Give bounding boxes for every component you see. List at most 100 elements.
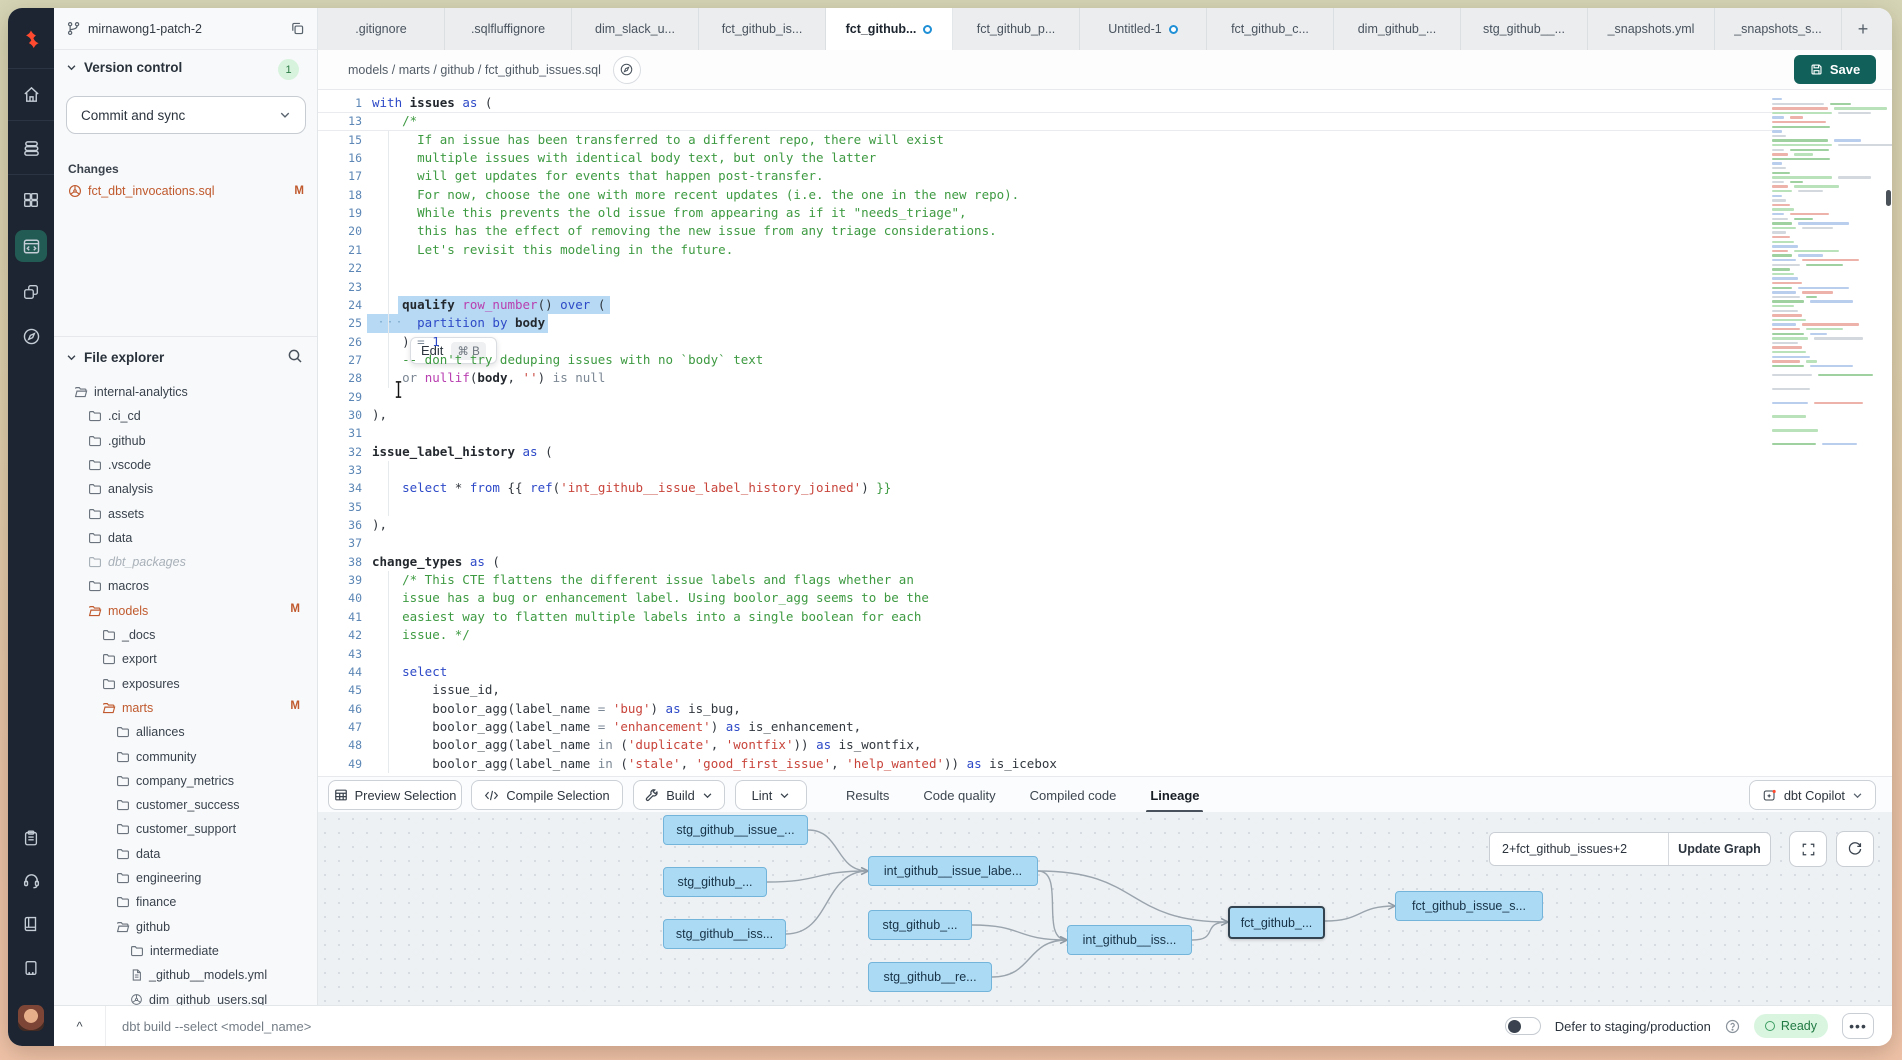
stack-icon[interactable] <box>15 132 47 164</box>
tree-item-marts[interactable]: marts <box>102 696 153 720</box>
tree-item-internal-analytics[interactable]: internal-analytics <box>74 380 188 404</box>
file-explorer-header[interactable]: File explorer <box>66 350 306 365</box>
build-button[interactable]: Build <box>633 780 725 810</box>
line-number: 19 <box>318 204 362 222</box>
open-lineage-button[interactable] <box>613 56 641 84</box>
tree-item-macros[interactable]: macros <box>88 574 149 598</box>
tree-item-github[interactable]: github <box>116 915 170 939</box>
tree-item-assets[interactable]: assets <box>88 502 144 526</box>
line-number: 24 <box>318 296 362 314</box>
file-tab-stg_github__...[interactable]: stg_github__... <box>1461 8 1588 50</box>
whitespace-dots: ··· <box>378 314 405 332</box>
help-icon[interactable] <box>1725 1019 1740 1034</box>
file-tab-dim_slack_u...[interactable]: dim_slack_u... <box>572 8 699 50</box>
line-number: 43 <box>318 645 362 663</box>
modified-flag: M <box>290 603 300 615</box>
docs-book-icon[interactable] <box>15 908 47 940</box>
tab-lineage[interactable]: Lineage <box>1150 777 1199 813</box>
version-control-header[interactable]: Version control <box>66 60 182 75</box>
tree-item-finance[interactable]: finance <box>116 890 176 914</box>
preview-button[interactable]: Preview Selection <box>328 780 462 810</box>
organization-icon[interactable] <box>15 952 47 984</box>
tab-code-quality[interactable]: Code quality <box>923 777 995 813</box>
lineage-node-n8[interactable]: fct_github_... <box>1228 906 1325 939</box>
file-tab-fct_github_is...[interactable]: fct_github_is... <box>699 8 826 50</box>
tree-item-.vscode[interactable]: .vscode <box>88 453 151 477</box>
lineage-selector-input[interactable] <box>1490 833 1668 865</box>
code-editor[interactable]: Edit ⌘ B 1with issues as (13 /*15 If an … <box>318 90 1892 776</box>
file-tab-fct_github_p...[interactable]: fct_github_p... <box>953 8 1080 50</box>
collapse-panel-button[interactable]: ^ <box>54 1006 106 1046</box>
lineage-edge <box>808 830 868 871</box>
branch-name[interactable]: mirnawong1-patch-2 <box>88 22 283 36</box>
tab-compiled-code[interactable]: Compiled code <box>1030 777 1117 813</box>
tree-item-customer_success[interactable]: customer_success <box>116 793 240 817</box>
line-number: 45 <box>318 681 362 699</box>
tree-item-_github__models.yml[interactable]: _github__models.yml <box>130 963 267 987</box>
support-headset-icon[interactable] <box>15 864 47 896</box>
lineage-node-n3[interactable]: stg_github__iss... <box>663 919 786 949</box>
file-tab-Untitled-1[interactable]: Untitled-1 <box>1080 8 1207 50</box>
update-graph-button[interactable]: Update Graph <box>1668 833 1770 865</box>
new-tab-button[interactable]: + <box>1842 8 1884 50</box>
file-tab-dim_github_...[interactable]: dim_github_... <box>1334 8 1461 50</box>
save-button[interactable]: Save <box>1794 55 1876 84</box>
status-ready-badge[interactable]: Ready <box>1754 1014 1828 1038</box>
tree-item-_docs[interactable]: _docs <box>102 623 155 647</box>
tree-item-community[interactable]: community <box>116 745 196 769</box>
tab-results[interactable]: Results <box>846 777 889 813</box>
tree-item-customer_support[interactable]: customer_support <box>116 817 236 841</box>
tree-item-engineering[interactable]: engineering <box>116 866 201 890</box>
dbt-copilot-button[interactable]: dbt Copilot <box>1749 780 1876 810</box>
lineage-node-n7[interactable]: int_github__iss... <box>1067 925 1192 955</box>
fullscreen-button[interactable] <box>1789 831 1827 867</box>
explore-compass-icon[interactable] <box>15 320 47 352</box>
lineage-node-n6[interactable]: stg_github__re... <box>868 962 992 992</box>
tree-item-.ci_cd[interactable]: .ci_cd <box>88 404 141 428</box>
code-editor-icon[interactable] <box>15 230 47 262</box>
home-icon[interactable] <box>15 78 47 110</box>
file-tab-fct_github_c...[interactable]: fct_github_c... <box>1207 8 1334 50</box>
dbt-command-input[interactable]: dbt build --select <model_name> <box>106 1019 1505 1034</box>
lineage-node-n5[interactable]: stg_github_... <box>868 910 972 940</box>
orchestration-icon[interactable] <box>15 276 47 308</box>
clipboard-icon[interactable] <box>15 822 47 854</box>
tree-item-dbt_packages[interactable]: dbt_packages <box>88 550 186 574</box>
defer-toggle[interactable] <box>1505 1017 1541 1035</box>
tree-item-exposures[interactable]: exposures <box>102 672 180 696</box>
file-tab-.gitignore[interactable]: .gitignore <box>318 8 445 50</box>
dashboard-grid-icon[interactable] <box>15 184 47 216</box>
lineage-edge <box>992 940 1067 977</box>
dbt-logo-icon[interactable] <box>15 24 47 56</box>
more-options-button[interactable]: ••• <box>1842 1013 1874 1039</box>
lineage-node-n1[interactable]: stg_github__issue_... <box>663 815 808 845</box>
lint-button[interactable]: Lint <box>735 780 807 810</box>
search-icon[interactable] <box>287 348 303 364</box>
user-avatar[interactable] <box>15 1002 47 1034</box>
tree-item-data[interactable]: data <box>88 526 132 550</box>
changed-file-item[interactable]: fct_dbt_invocations.sql M <box>68 184 304 198</box>
tree-item-intermediate[interactable]: intermediate <box>130 939 219 963</box>
lineage-node-n4[interactable]: int_github__issue_labe... <box>868 856 1038 886</box>
file-tab-_snapshots_s...[interactable]: _snapshots_s... <box>1715 8 1842 50</box>
lineage-node-n2[interactable]: stg_github_... <box>663 867 767 897</box>
tree-item-alliances[interactable]: alliances <box>116 720 185 744</box>
tree-item-analysis[interactable]: analysis <box>88 477 153 501</box>
code-line-25: 25 partition by body <box>318 314 1892 332</box>
tree-item-models[interactable]: models <box>88 599 148 623</box>
tree-item-export[interactable]: export <box>102 647 157 671</box>
refresh-button[interactable] <box>1836 831 1874 867</box>
file-tab-fct_github...[interactable]: fct_github... <box>826 8 953 50</box>
tree-item-.github[interactable]: .github <box>88 429 146 453</box>
tree-item-dim_github_users.sql[interactable]: dim_github_users.sql <box>130 988 267 1006</box>
tree-item-data[interactable]: data <box>116 842 160 866</box>
line-number: 40 <box>318 589 362 607</box>
commit-and-sync-button[interactable]: Commit and sync <box>66 96 306 134</box>
copy-icon[interactable] <box>290 21 305 36</box>
file-tab-_snapshots.yml[interactable]: _snapshots.yml <box>1588 8 1715 50</box>
tree-item-company_metrics[interactable]: company_metrics <box>116 769 234 793</box>
compile-button[interactable]: Compile Selection <box>471 780 623 810</box>
file-tab-.sqlfluffignore[interactable]: .sqlfluffignore <box>445 8 572 50</box>
code-line-22: 22 <box>318 259 1892 277</box>
lineage-node-n9[interactable]: fct_github_issue_s... <box>1395 891 1543 921</box>
